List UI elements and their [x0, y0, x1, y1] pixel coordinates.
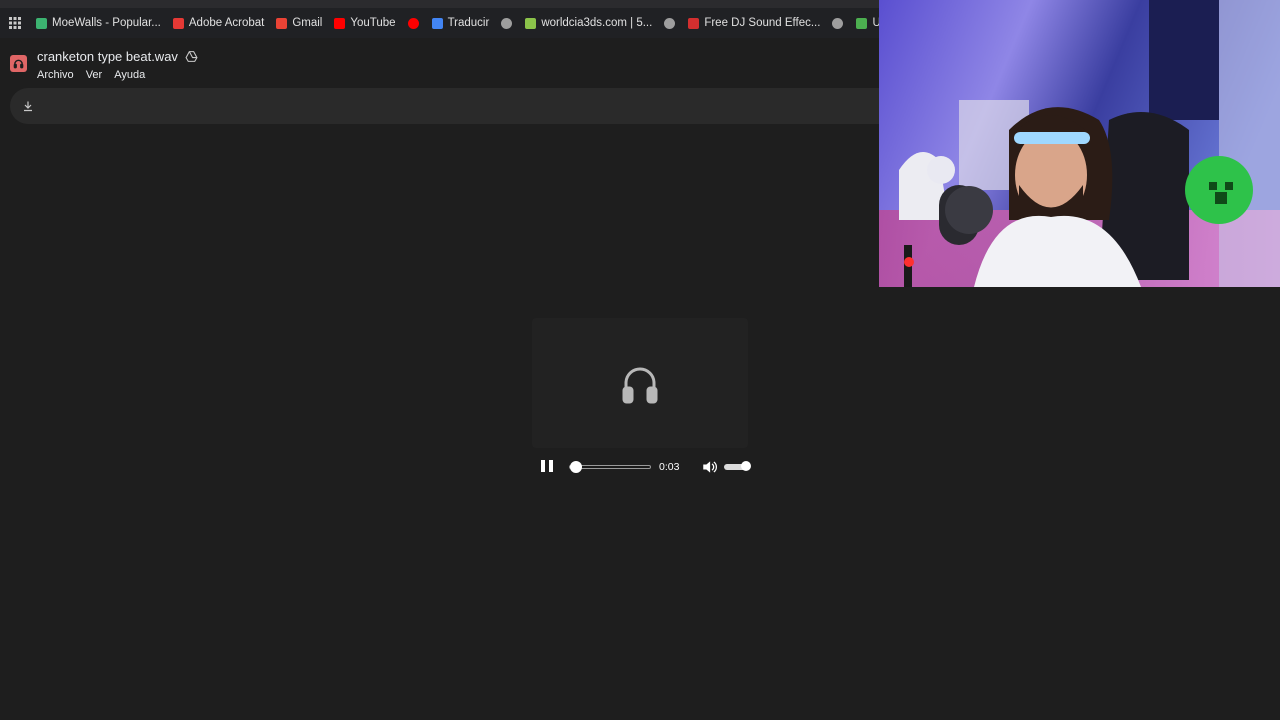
bookmark-label: Traducir [447, 17, 490, 29]
current-time: 0:03 [659, 461, 680, 473]
bookmark-favicon-icon [407, 17, 419, 29]
menu-bar: Archivo Ver Ayuda [37, 69, 157, 81]
bookmark-item[interactable]: Traducir [431, 17, 490, 29]
file-title: cranketon type beat.wav [37, 49, 198, 64]
bookmark-favicon-icon [501, 17, 513, 29]
apps-grid-icon[interactable] [6, 14, 24, 32]
file-name: cranketon type beat.wav [37, 49, 178, 64]
viewer-toolbar [10, 88, 880, 124]
bookmark-item[interactable]: Free DJ Sound Effec... [688, 17, 820, 29]
bookmark-favicon-icon [688, 17, 700, 29]
bookmark-label: worldcia3ds.com | 5... [541, 17, 653, 29]
audio-preview-card [532, 318, 748, 448]
bookmark-item[interactable]: Gmail [276, 17, 322, 29]
download-icon[interactable] [20, 98, 36, 114]
drive-file-header: cranketon type beat.wav Archivo Ver Ayud… [0, 38, 880, 88]
webcam-overlay [879, 0, 1280, 287]
seek-handle[interactable] [570, 461, 583, 473]
bookmark-label: MoeWalls - Popular... [52, 17, 161, 29]
volume-handle[interactable] [741, 461, 751, 471]
menu-ver[interactable]: Ver [86, 69, 103, 81]
headphones-icon [622, 364, 658, 404]
menu-archivo[interactable]: Archivo [37, 69, 74, 81]
bookmark-item[interactable] [664, 17, 680, 29]
bookmark-favicon-icon [856, 17, 868, 29]
bookmark-item[interactable] [501, 17, 517, 29]
bookmark-favicon-icon [276, 17, 288, 29]
seek-bar[interactable] [569, 461, 651, 473]
bookmark-label: YouTube [350, 17, 396, 29]
bookmark-favicon-icon [431, 17, 443, 29]
volume-slider[interactable] [724, 461, 751, 471]
bookmark-favicon-icon [832, 17, 844, 29]
bookmark-favicon-icon [36, 17, 47, 29]
bookmark-label: Adobe Acrobat [188, 17, 265, 29]
bookmark-item[interactable]: MoeWalls - Popular... [36, 17, 161, 29]
bookmark-item[interactable]: YouTube [334, 17, 396, 29]
move-to-drive-icon[interactable] [185, 50, 198, 63]
playback-controls: 0:03 [532, 456, 751, 478]
bookmark-item[interactable] [832, 17, 848, 29]
volume-icon[interactable] [702, 460, 718, 474]
bookmark-item[interactable] [407, 17, 424, 29]
bookmark-label: Gmail [292, 17, 323, 29]
audio-player: 0:03 [532, 318, 751, 488]
menu-ayuda[interactable]: Ayuda [114, 69, 145, 81]
bookmark-favicon-icon [525, 17, 537, 29]
bookmark-favicon-icon [664, 17, 676, 29]
bookmark-favicon-icon [334, 17, 346, 29]
bookmark-label: Free DJ Sound Effec... [704, 17, 821, 29]
audio-file-icon [10, 55, 27, 72]
bookmark-item[interactable]: Adobe Acrobat [172, 17, 265, 29]
bookmark-favicon-icon [172, 17, 184, 29]
bookmark-item[interactable]: worldcia3ds.com | 5... [525, 17, 652, 29]
pause-button[interactable] [541, 460, 553, 474]
